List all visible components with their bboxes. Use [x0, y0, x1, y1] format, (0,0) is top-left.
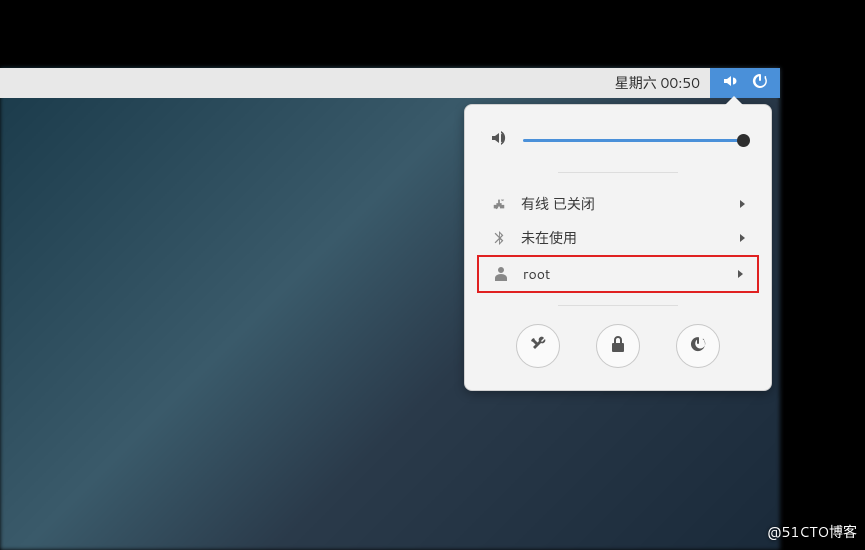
- bluetooth-label: 未在使用: [521, 228, 726, 248]
- menu-items: 有线 已关闭 未在使用 root: [465, 187, 771, 293]
- volume-slider[interactable]: [523, 139, 745, 142]
- lock-icon: [611, 335, 625, 358]
- settings-button[interactable]: [516, 324, 560, 368]
- clock-label[interactable]: 星期六 00:50: [605, 73, 710, 93]
- network-wired-off-icon: [491, 197, 507, 211]
- chevron-right-icon: [740, 200, 745, 208]
- system-menu-dropdown: 有线 已关闭 未在使用 root: [464, 104, 772, 391]
- bluetooth-menu-item[interactable]: 未在使用: [477, 221, 759, 255]
- action-buttons-row: [465, 324, 771, 368]
- shutdown-icon: [690, 335, 706, 358]
- separator: [558, 172, 678, 173]
- separator: [558, 305, 678, 306]
- bluetooth-icon: [491, 231, 507, 245]
- user-label: root: [523, 264, 724, 284]
- tools-icon: [530, 335, 546, 358]
- lock-button[interactable]: [596, 324, 640, 368]
- volume-slider-thumb[interactable]: [737, 134, 750, 147]
- chevron-right-icon: [740, 234, 745, 242]
- volume-control-row: [465, 123, 771, 168]
- user-menu-item[interactable]: root: [477, 255, 759, 293]
- volume-icon: [722, 73, 738, 94]
- network-menu-item[interactable]: 有线 已关闭: [477, 187, 759, 221]
- volume-high-icon: [491, 129, 507, 152]
- power-icon: [752, 73, 768, 94]
- power-button[interactable]: [676, 324, 720, 368]
- top-panel: 星期六 00:50: [0, 68, 780, 98]
- user-icon: [493, 267, 509, 281]
- watermark-text: @51CTO博客: [767, 522, 857, 542]
- network-label: 有线 已关闭: [521, 194, 726, 214]
- system-status-area[interactable]: [710, 68, 780, 98]
- chevron-right-icon: [738, 270, 743, 278]
